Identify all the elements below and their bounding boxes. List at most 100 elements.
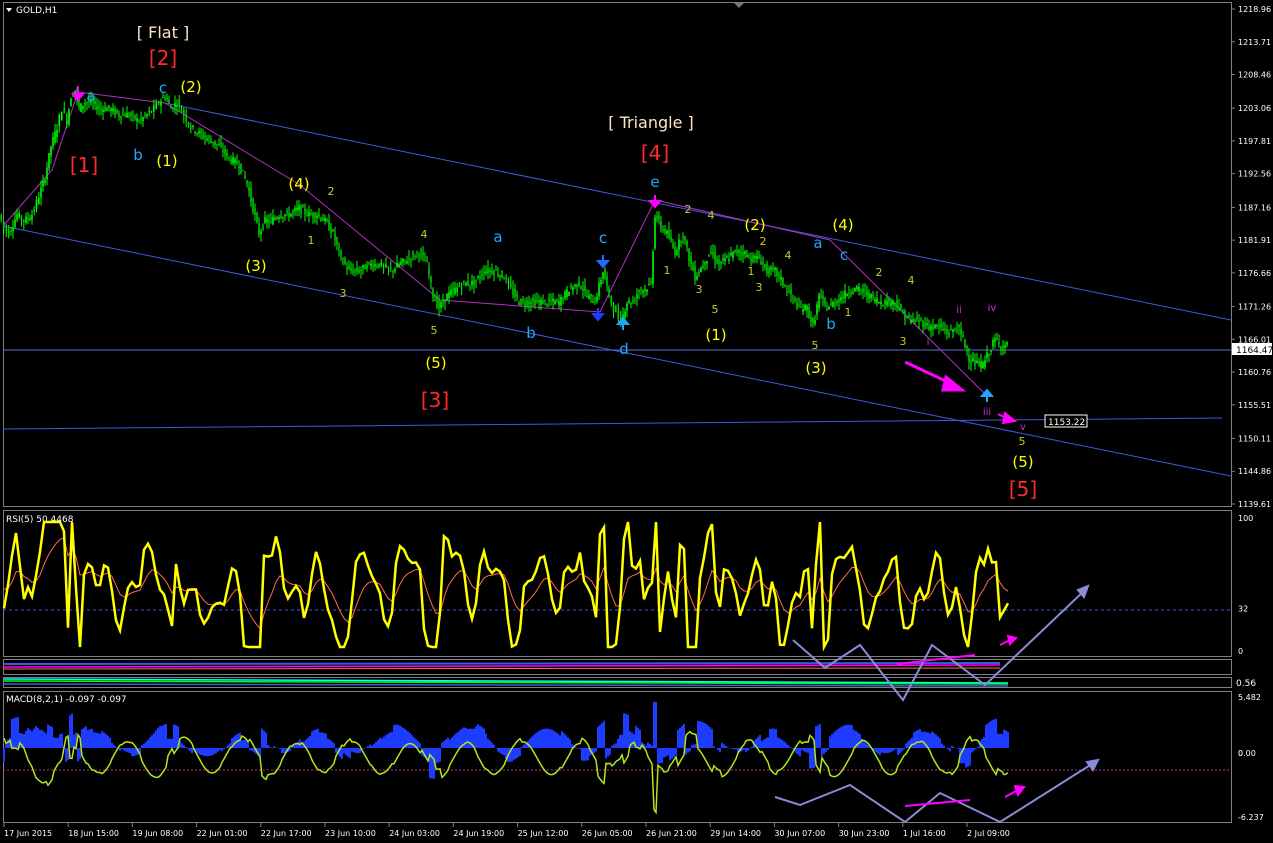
time-tick-label: 29 Jun 14:00 [710,829,761,838]
candle-body [930,325,932,331]
candle-body [744,251,746,255]
candle-body [348,265,350,269]
wave-b3: b [826,315,836,333]
candle-body [800,307,802,308]
roman-iii: iii [983,407,991,418]
candle-body [676,249,678,255]
candle-body [772,267,774,269]
wave-a3: a [813,234,822,252]
candle-body [20,216,23,221]
candle-body [48,152,50,169]
candle-body [340,250,342,256]
candle-body [706,261,708,264]
candle-body [938,325,940,327]
candle-body [382,265,385,267]
candle-body [922,321,924,327]
candle-body [952,329,954,333]
roman-v: v [1020,422,1026,433]
roman-i: i [927,337,930,348]
wave-p5a: (5) [425,354,446,372]
time-tick-label: 24 Jun 19:00 [453,829,504,838]
candle-body [148,110,150,113]
candle-body [256,213,258,223]
candle-body [342,261,344,263]
candle-body [944,328,946,331]
candle-body [412,253,414,255]
candle-body [674,246,676,256]
candle-body [192,125,194,128]
candle-body [702,266,704,268]
candle-body [584,285,586,291]
candle-body [106,108,108,111]
candle-body [820,295,822,297]
candle-body [262,225,264,229]
candle-body [604,269,606,280]
candle-body [387,266,390,269]
candle-body [546,304,548,305]
candle-body [924,322,926,328]
candle-body [42,180,44,187]
price-tick-label: 1144.86 [1238,467,1271,476]
candle-body [392,270,394,272]
candle-body [124,115,126,117]
current-price-tag: 1164.47 [1232,343,1273,356]
candle-body [12,227,14,232]
candle-body [836,301,838,303]
time-tick-label: 19 Jun 08:00 [132,829,183,838]
target-price-tag: 1153.22 [1044,414,1088,428]
candle-body [414,256,416,257]
candle-body [940,324,942,327]
candle-body [56,129,58,138]
candle-body [848,292,850,294]
candle-body [532,298,534,302]
triangle-label: [ Triangle ] [608,113,694,132]
candle-body [50,146,52,156]
candle-body [332,230,334,231]
candle-body [596,296,598,302]
macd-tick-label: 0 [1238,749,1243,758]
wave-label-4: [4] [641,141,669,165]
wave-p4b: (4) [832,216,853,234]
candle-body [920,319,922,321]
candle-body [980,361,982,368]
candle-body [796,303,798,309]
candle-body [204,135,206,138]
candle-body [572,287,574,291]
current-price-value: 1164.47 [1236,346,1273,356]
candle-body [196,133,198,135]
candle-body [862,288,864,293]
candle-body [428,268,430,275]
candle-body [370,263,372,267]
candle-body [282,217,284,218]
candle-body [642,290,644,293]
candle-body [116,109,118,114]
candle-body [942,329,944,331]
candle-body [228,157,230,158]
candle-body [234,158,236,163]
candle-body [936,324,938,327]
candle-body [770,267,772,270]
candle-body [376,266,378,268]
candle-body [308,212,310,217]
candle-body [976,360,978,364]
candle-body [578,280,580,286]
candle-body [898,306,900,310]
candle-body [172,107,174,110]
candle-body [548,298,550,301]
candle-body [499,275,501,277]
candle-body [80,103,82,112]
candle-body [356,267,358,272]
candle-body [35,199,38,209]
candle-body [904,310,906,320]
wave-c1: c [159,79,167,97]
candle-body [244,176,246,179]
sub-v1: 1 [845,306,852,319]
candle-body [768,267,770,275]
candle-body [200,130,202,134]
candle-body [776,268,778,276]
candle-body [666,230,668,234]
candle-body [896,300,898,309]
candle-body [696,276,698,280]
time-tick-label: 18 Jun 15:00 [68,829,119,838]
price-tick-label: 1160.76 [1238,368,1271,377]
